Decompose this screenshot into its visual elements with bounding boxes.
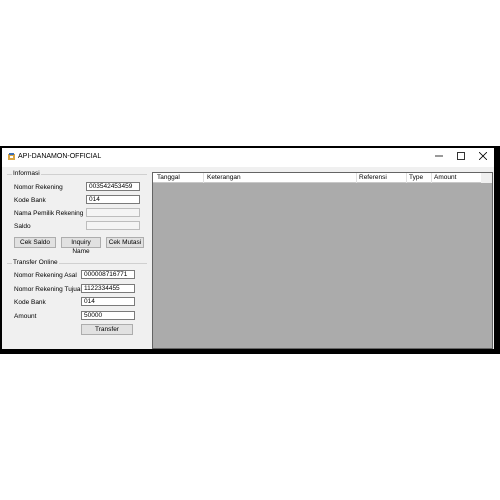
kode-bank-input[interactable]: 014 (86, 195, 140, 204)
grid-header: Tanggal Keterangan Referensi Type Amount (153, 173, 481, 183)
app-window: API-DANAMON-OFFICIAL Informasi Nomor Rek… (0, 146, 500, 354)
maximize-icon (457, 152, 465, 160)
column-header-amount[interactable]: Amount (434, 174, 456, 183)
transfer-kode-bank-label: Kode Bank (14, 299, 46, 306)
window-title: API-DANAMON-OFFICIAL (18, 153, 102, 160)
close-icon (478, 151, 488, 161)
nomor-rekening-asal-label: Nomor Rekening Asal (14, 272, 77, 279)
minimize-icon (435, 155, 443, 157)
transfer-button[interactable]: Transfer (81, 324, 133, 335)
saldo-field[interactable] (86, 221, 140, 230)
transfer-kode-bank-input[interactable]: 014 (81, 297, 135, 306)
transfer-group-title: Transfer Online (12, 259, 59, 266)
grid-header-corner (481, 173, 492, 183)
nomor-rekening-input[interactable]: 003542453459 (86, 182, 140, 191)
kode-bank-label: Kode Bank (14, 197, 46, 204)
maximize-button[interactable] (454, 151, 468, 164)
column-separator (431, 173, 432, 183)
nomor-rekening-tujuan-label: Nomor Rekening Tujuan (14, 286, 85, 293)
column-header-referensi[interactable]: Referensi (359, 174, 387, 183)
column-separator (356, 173, 357, 183)
inquiry-name-button[interactable]: Inquiry Name (61, 237, 101, 255)
close-button[interactable] (476, 151, 490, 164)
app-icon (8, 153, 15, 160)
nama-pemilik-rekening-label: Nama Pemilik Rekening (14, 210, 84, 217)
cek-mutasi-button[interactable]: Cek Mutasi (106, 237, 144, 248)
window-frame: API-DANAMON-OFFICIAL Informasi Nomor Rek… (2, 148, 494, 349)
amount-input[interactable]: 50000 (81, 311, 135, 320)
saldo-label: Saldo (14, 223, 31, 230)
column-separator (203, 173, 204, 183)
title-bar[interactable]: API-DANAMON-OFFICIAL (2, 148, 494, 167)
column-separator (406, 173, 407, 183)
column-header-type[interactable]: Type (409, 174, 423, 183)
amount-label: Amount (14, 313, 37, 320)
nomor-rekening-label: Nomor Rekening (14, 184, 63, 191)
column-header-keterangan[interactable]: Keterangan (207, 174, 241, 183)
nomor-rekening-tujuan-input[interactable]: 1122334455 (81, 284, 135, 293)
nama-pemilik-rekening-field[interactable] (86, 208, 140, 217)
informasi-group-title: Informasi (12, 170, 41, 177)
cek-saldo-button[interactable]: Cek Saldo (14, 237, 56, 248)
mutasi-grid[interactable]: Tanggal Keterangan Referensi Type Amount (152, 172, 493, 349)
column-header-tanggal[interactable]: Tanggal (157, 174, 180, 183)
nomor-rekening-asal-input[interactable]: 000008716771 (81, 270, 135, 279)
minimize-button[interactable] (432, 151, 446, 164)
